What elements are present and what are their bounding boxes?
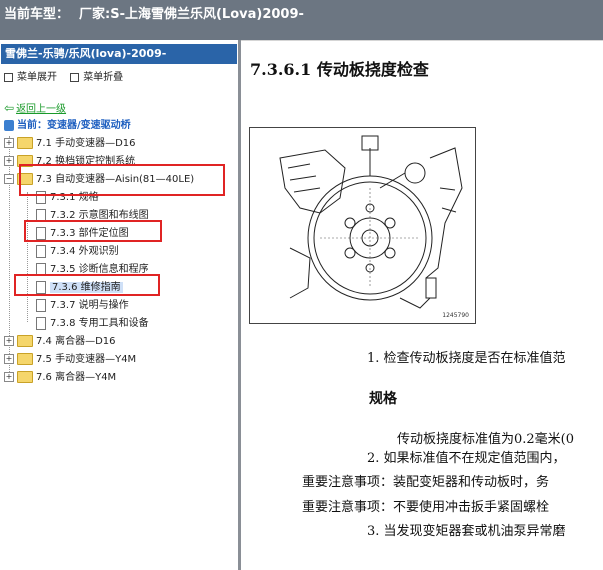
note-1: 重要注意事项：装配变矩器和传动板时，务 (302, 475, 550, 490)
expand-plus-icon[interactable]: + (4, 372, 14, 382)
folder-icon (17, 371, 33, 383)
tree-item-7-1[interactable]: +7.1 手动变速器—D16 (4, 136, 136, 152)
highlight-box-7-3-3 (24, 220, 162, 242)
collapse-minus-icon[interactable]: − (4, 174, 14, 184)
tree-item-7-4[interactable]: +7.4 离合器—D16 (4, 334, 116, 350)
flexplate-drawing (279, 135, 463, 309)
figure-number: 1245790 (442, 312, 469, 319)
back-link[interactable]: 返回上一级 (16, 104, 66, 115)
page-title: 7.3.6.1 传动板挠度检查 (250, 60, 429, 79)
folder-icon (17, 335, 33, 347)
car-model-label: 当前车型： (4, 7, 70, 22)
tree-connector (27, 192, 28, 322)
spec-text: 传动板挠度标准值为0.2毫米(0 (397, 432, 575, 447)
tree-item-7-3-8[interactable]: 7.3.8 专用工具和设备 (36, 316, 149, 332)
manufacturer-text: 厂家:S-上海雪佛兰乐风(Lova)2009- (79, 7, 304, 22)
content-panel: 7.3.6.1 传动板挠度检查 1245790 1. 检查传动板挠度是否在标准值… (241, 40, 603, 570)
back-row: ⇦ 返回上一级 (4, 100, 66, 115)
expand-plus-icon[interactable]: + (4, 156, 14, 166)
document-icon (36, 244, 46, 258)
top-bar: 当前车型： 厂家:S-上海雪佛兰乐风(Lova)2009- (0, 0, 603, 40)
tree-item-7-5[interactable]: +7.5 手动变速器—Y4M (4, 352, 136, 368)
expand-icon (4, 72, 13, 82)
menu-options: 菜单展开 菜单折叠 (4, 68, 133, 83)
back-arrow-icon[interactable]: ⇦ (4, 101, 14, 115)
step-1: 1. 检查传动板挠度是否在标准值范 (367, 351, 566, 366)
current-path: 当前：变速器/变速驱动桥 (4, 116, 131, 131)
menu-collapse-button[interactable]: 菜单折叠 (70, 68, 123, 83)
expand-plus-icon[interactable]: + (4, 354, 14, 364)
note-2: 重要注意事项：不要使用冲击扳手紧固螺栓 (302, 500, 550, 515)
flexplate-diagram: 1245790 (249, 127, 476, 324)
tree-item-7-6[interactable]: +7.6 离合器—Y4M (4, 370, 116, 386)
folder-icon (17, 137, 33, 149)
collapse-icon (70, 72, 80, 82)
location-icon (4, 119, 14, 131)
folder-icon (17, 353, 33, 365)
document-icon (36, 316, 46, 330)
expand-plus-icon[interactable]: + (4, 336, 14, 346)
nav-header: 雪佛兰-乐骋/乐风(lova)-2009- (1, 44, 237, 64)
document-icon (36, 298, 46, 312)
expand-plus-icon[interactable]: + (4, 138, 14, 148)
highlight-box-7-3-6 (14, 274, 160, 296)
spec-heading: 规格 (369, 391, 397, 407)
tree-item-7-3-7[interactable]: 7.3.7 说明与操作 (36, 298, 129, 314)
step-2: 2. 如果标准值不在规定值范围内， (367, 451, 566, 466)
content-area: 7.3.6.1 传动板挠度检查 1245790 1. 检查传动板挠度是否在标准值… (241, 40, 603, 570)
step-3: 3. 当发现变矩器套或机油泵异常磨 (367, 524, 566, 539)
nav-panel: 雪佛兰-乐骋/乐风(lova)-2009- 菜单展开 菜单折叠 ⇦ 返回上一级 当… (0, 40, 238, 570)
menu-expand-button[interactable]: 菜单展开 (4, 68, 57, 83)
highlight-box-7-3 (19, 164, 225, 196)
tree-item-7-3-4[interactable]: 7.3.4 外观识别 (36, 244, 119, 260)
